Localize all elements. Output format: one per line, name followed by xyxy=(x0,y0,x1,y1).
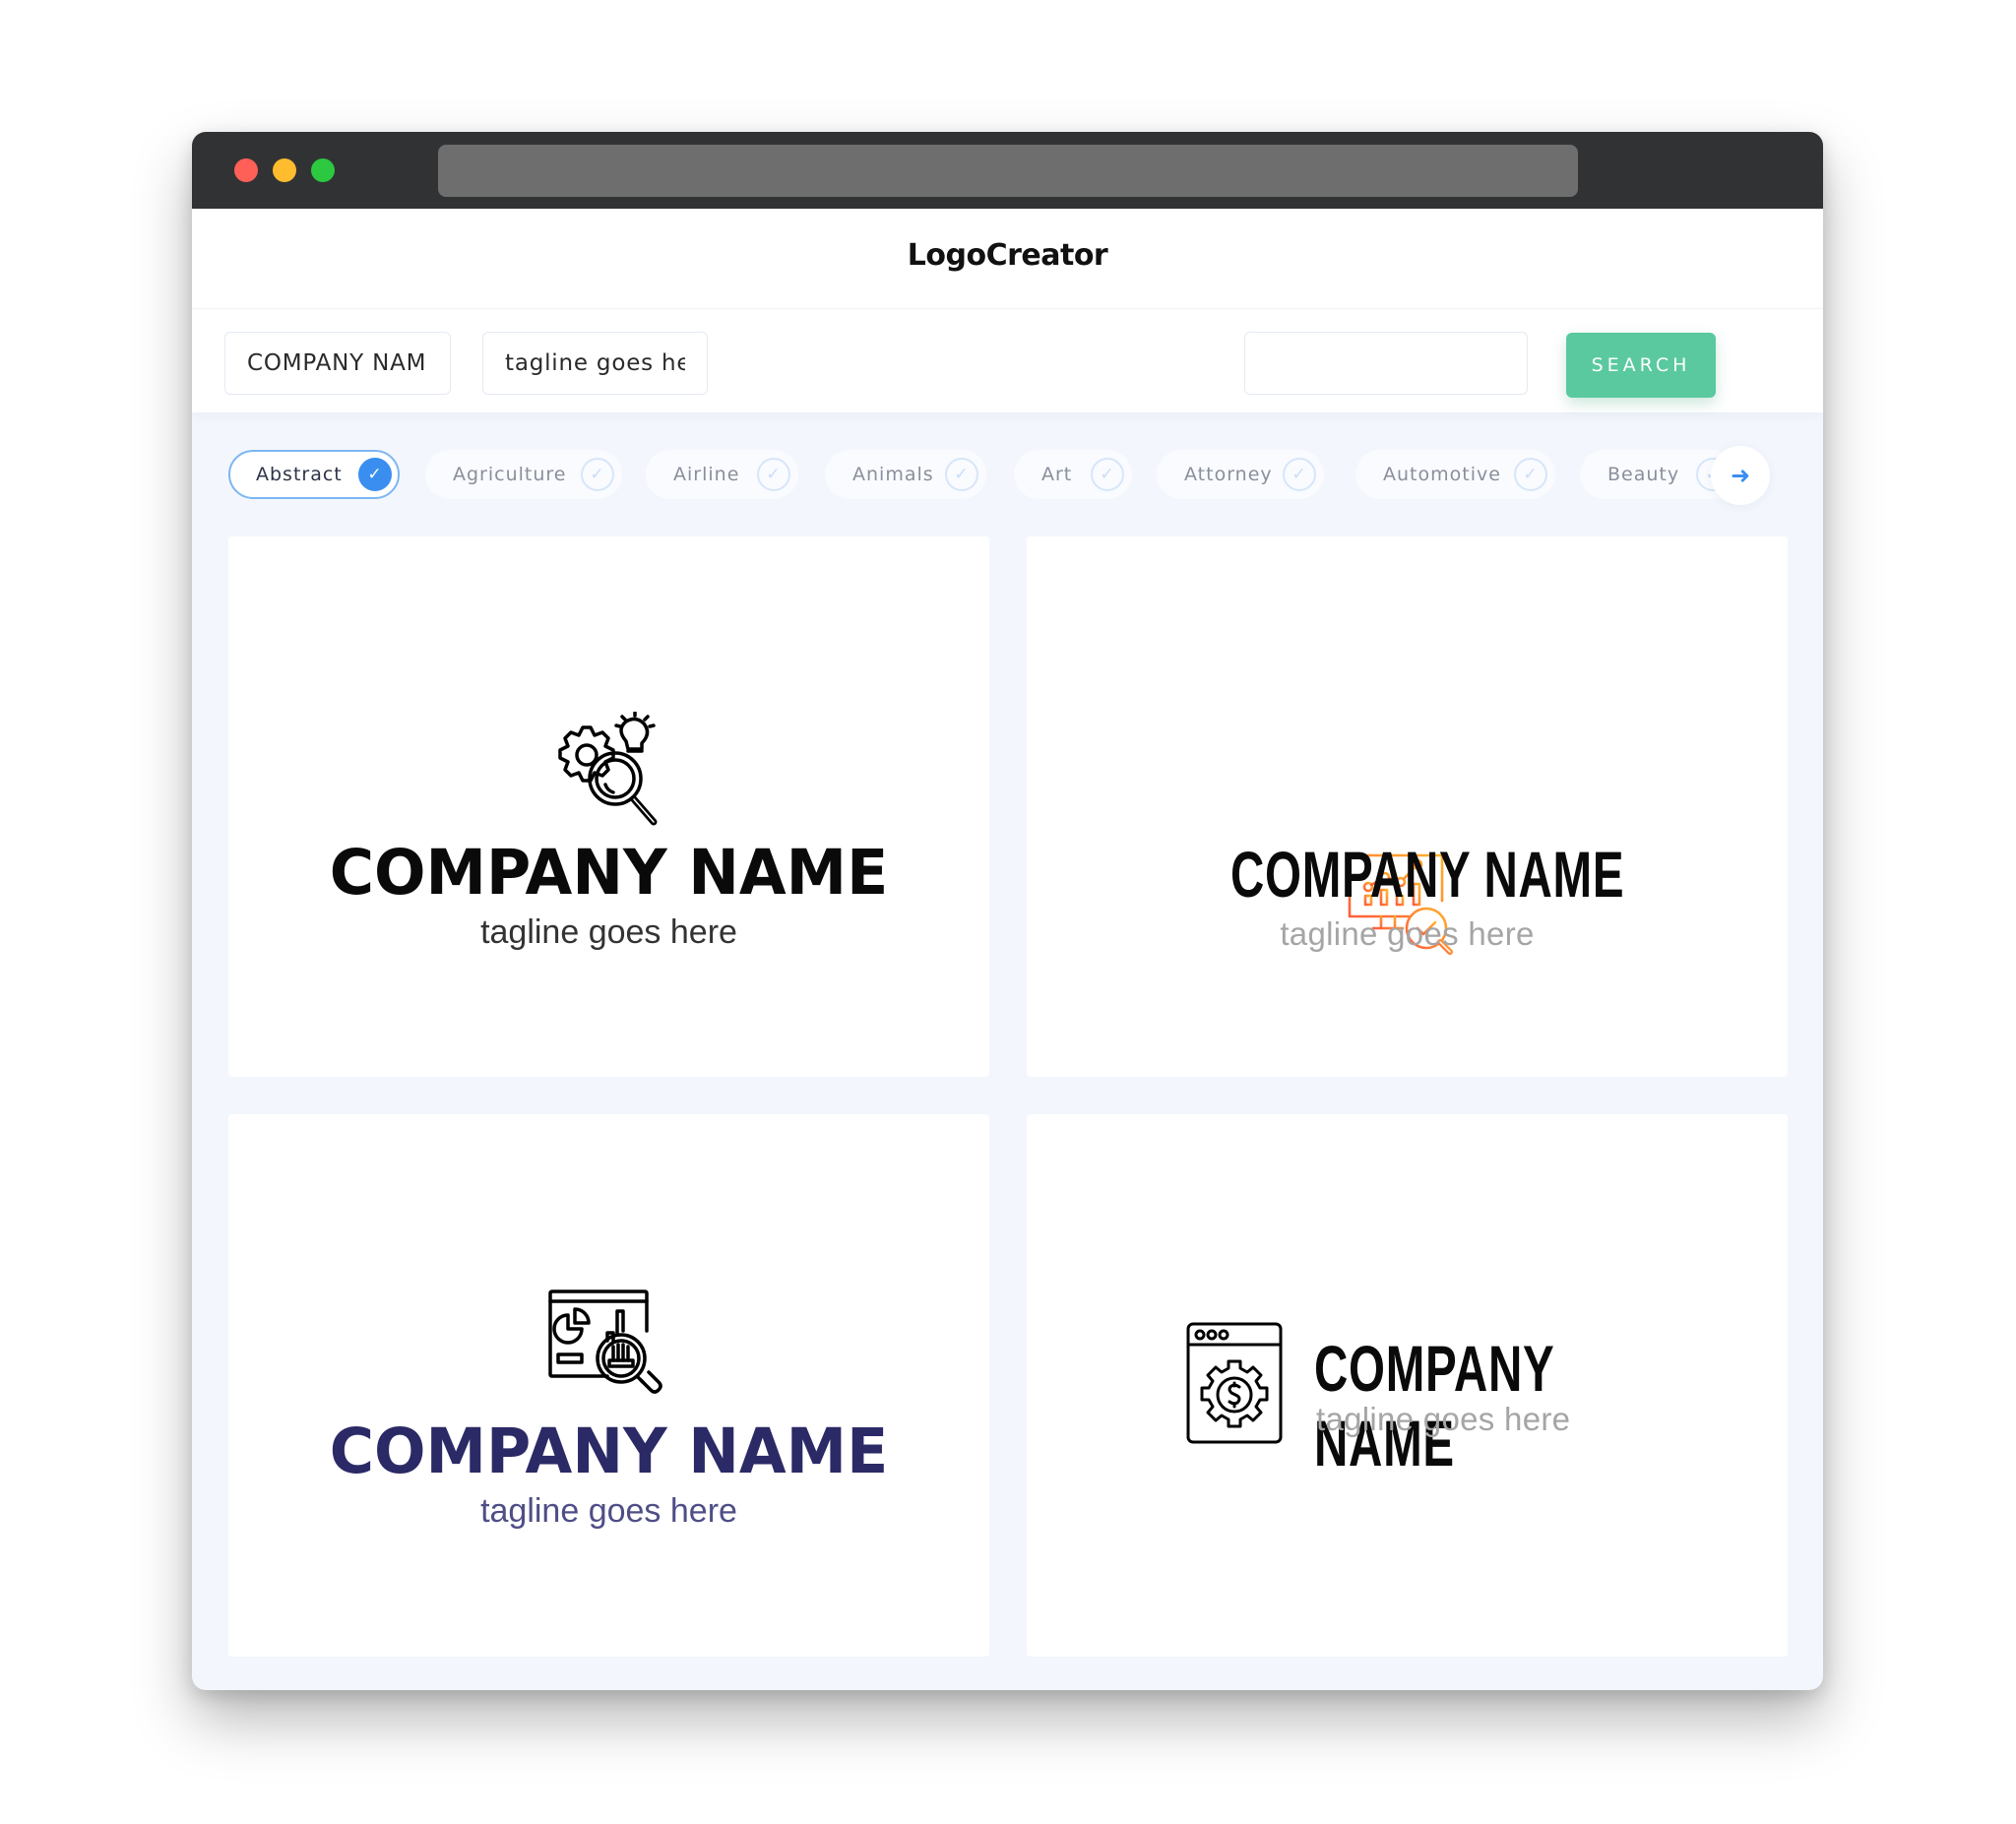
category-chip-airline[interactable]: Airline ✓ xyxy=(646,450,798,499)
category-chip-art[interactable]: Art ✓ xyxy=(1014,450,1132,499)
dashboard-magnifier-icon xyxy=(548,1289,662,1394)
category-chip-label: Airline xyxy=(673,464,740,485)
category-chip-abstract[interactable]: Abstract ✓ xyxy=(228,450,400,499)
close-window-button[interactable] xyxy=(234,158,258,182)
zoom-window-button[interactable] xyxy=(311,158,335,182)
company-name-input[interactable] xyxy=(224,332,451,395)
search-query-input[interactable] xyxy=(1244,332,1528,395)
browser-titlebar xyxy=(192,132,1823,209)
category-chip-label: Automotive xyxy=(1383,464,1501,485)
app-title: LogoCreator xyxy=(907,238,1108,273)
search-button[interactable]: SEARCH xyxy=(1566,333,1716,398)
check-icon: ✓ xyxy=(581,458,614,491)
browser-window: LogoCreator SEARCH Abstract ✓ Agricultur… xyxy=(192,132,1823,1690)
category-chip-automotive[interactable]: Automotive ✓ xyxy=(1355,450,1555,499)
category-filter-bar: Abstract ✓ Agriculture ✓ Airline ✓ Anima… xyxy=(192,411,1823,520)
arrow-right-icon: ➜ xyxy=(1730,462,1751,489)
check-icon: ✓ xyxy=(757,458,790,491)
category-chip-label: Agriculture xyxy=(453,464,567,485)
logo-company-name: COMPANY NAME xyxy=(329,837,889,909)
tagline-input[interactable] xyxy=(482,332,708,395)
category-chip-animals[interactable]: Animals ✓ xyxy=(825,450,986,499)
category-chip-attorney[interactable]: Attorney ✓ xyxy=(1157,450,1324,499)
check-icon: ✓ xyxy=(1514,458,1547,491)
category-chip-agriculture[interactable]: Agriculture ✓ xyxy=(425,450,622,499)
gear-bulb-magnifier-icon xyxy=(558,712,658,826)
app-header: LogoCreator xyxy=(192,209,1823,308)
logo-card[interactable]: COMPANY NAME tagline goes here xyxy=(1027,1114,1788,1657)
logo-company-name: COMPANY NAME xyxy=(1230,838,1625,911)
search-bar: SEARCH xyxy=(192,308,1823,412)
logo-card[interactable]: COMPANY NAME tagline goes here xyxy=(228,1114,989,1657)
check-icon: ✓ xyxy=(358,458,392,491)
check-icon: ✓ xyxy=(1283,458,1316,491)
address-bar[interactable] xyxy=(438,145,1578,197)
logo-company-name: COMPANY NAME xyxy=(329,1415,889,1487)
logo-tagline: tagline goes here xyxy=(1316,1401,1571,1437)
logo-tagline: tagline goes here xyxy=(1280,915,1535,952)
logo-card[interactable]: COMPANY NAME tagline goes here xyxy=(1027,536,1788,1077)
category-chip-label: Attorney xyxy=(1184,464,1273,485)
category-chip-label: Abstract xyxy=(256,464,343,485)
check-icon: ✓ xyxy=(1091,458,1124,491)
next-categories-button[interactable]: ➜ xyxy=(1711,446,1770,505)
category-chip-label: Art xyxy=(1041,464,1073,485)
logo-tagline: tagline goes here xyxy=(480,1492,737,1530)
check-icon: ✓ xyxy=(945,458,978,491)
logo-tagline: tagline goes here xyxy=(480,913,737,951)
logo-card[interactable]: COMPANY NAME tagline goes here xyxy=(228,536,989,1077)
browser-gear-dollar-icon xyxy=(1186,1322,1283,1444)
minimize-window-button[interactable] xyxy=(273,158,296,182)
category-chip-label: Beauty xyxy=(1607,464,1680,485)
category-chip-label: Animals xyxy=(852,464,934,485)
